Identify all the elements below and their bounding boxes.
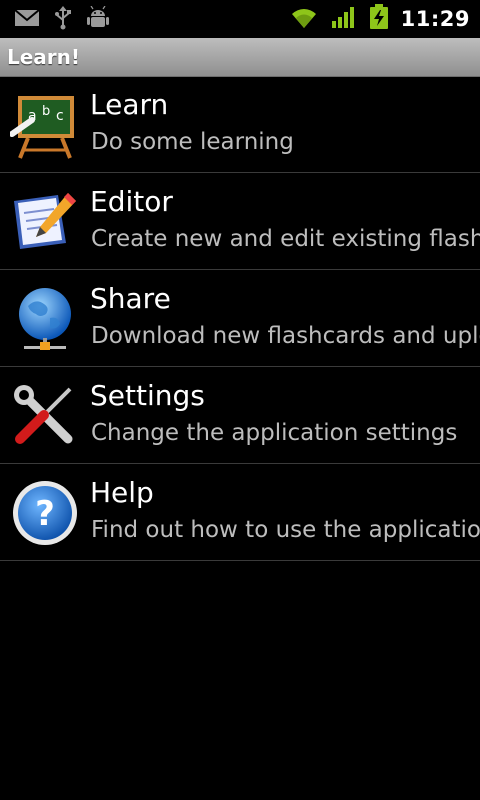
menu-item-title: Editor [90,185,173,218]
menu-item-subtitle: Create new and edit existing flashcards [91,226,480,252]
gmail-icon [14,8,40,32]
battery-charging-icon [369,4,389,34]
menu-item-title: Learn [90,88,169,121]
app-title-bar: Learn! [0,38,480,77]
menu-item-share[interactable]: Share Download new flashcards and upload [0,270,480,367]
status-bar: 11:29 [0,0,480,38]
usb-icon [54,6,72,34]
menu-item-title: Share [90,282,171,315]
signal-icon [331,5,357,33]
android-debug-icon [86,5,110,34]
menu-item-learn[interactable]: a b c Learn Do some learning [0,76,480,173]
menu-item-editor[interactable]: Editor Create new and edit existing flas… [0,173,480,270]
menu-item-subtitle: Find out how to use the application [91,517,480,543]
menu-item-settings[interactable]: Settings Change the application settings [0,367,480,464]
svg-text:c: c [56,108,64,124]
help-icon: ? [10,478,80,548]
notepad-pencil-icon [10,187,80,257]
menu-item-subtitle: Do some learning [91,129,294,155]
menu-item-subtitle: Change the application settings [91,420,458,446]
menu-item-subtitle: Download new flashcards and upload [91,323,480,349]
svg-text:b: b [42,104,50,119]
system-icons: 11:29 [289,4,470,34]
wrench-screwdriver-icon [10,381,80,451]
wifi-icon [289,5,319,33]
status-clock: 11:29 [400,7,470,31]
notification-icons [14,5,110,34]
globe-network-icon [10,284,80,354]
main-menu-list: a b c Learn Do some learning Editor Crea… [0,76,480,561]
menu-item-title: Help [90,476,154,509]
svg-text:?: ? [35,494,55,534]
menu-item-title: Settings [90,379,205,412]
menu-item-help[interactable]: ? Help Find out how to use the applicati… [0,464,480,561]
app-title: Learn! [7,45,81,69]
chalkboard-icon: a b c [9,90,80,160]
